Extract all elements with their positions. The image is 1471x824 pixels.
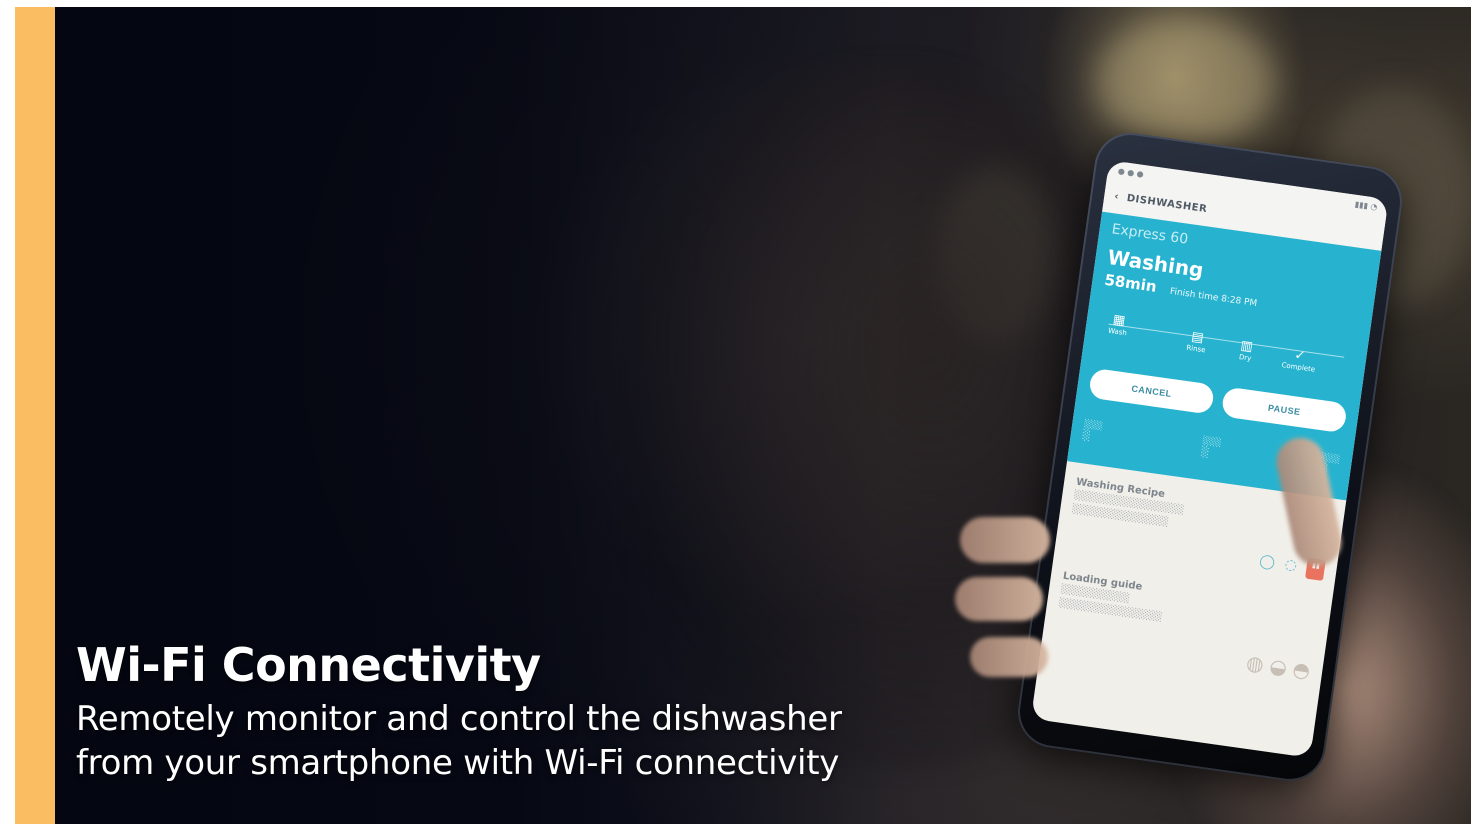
- option-zone-booster: ░░░ ░: [1200, 435, 1222, 459]
- feature-description-line-1: Remotely monitor and control the dishwas…: [76, 698, 842, 739]
- cup-icon: ◯: [1258, 552, 1277, 571]
- bokeh-light: [1095, 17, 1275, 147]
- caption: Wi-Fi Connectivity Remotely monitor and …: [76, 640, 842, 785]
- cycle-status-panel: Express 60 Washing 58min Finish time 8:2…: [1067, 211, 1382, 501]
- step-complete: ✓ Complete: [1278, 346, 1321, 374]
- system-icons: ▮▮▮ ◔: [1354, 199, 1379, 212]
- finger: [960, 517, 1050, 563]
- bowl-icon: ◒: [1268, 653, 1289, 680]
- notification-icons: ● ● ●: [1117, 165, 1145, 179]
- accent-bar: [15, 7, 55, 824]
- pot-icon: ◓: [1291, 656, 1312, 683]
- feature-description-line-2: from your smartphone with Wi-Fi connecti…: [76, 742, 840, 783]
- back-icon[interactable]: ‹: [1114, 191, 1120, 203]
- app-title: DISHWASHER: [1126, 192, 1208, 215]
- option-zone: ░░░ ░: [1081, 419, 1104, 443]
- cancel-button[interactable]: CANCEL: [1088, 367, 1216, 415]
- finger: [955, 577, 1043, 621]
- glass-icon: ◌: [1283, 556, 1299, 575]
- step-dry: ▥ Dry: [1225, 336, 1268, 364]
- feature-title: Wi-Fi Connectivity: [76, 638, 541, 692]
- step-rinse: ▤ Rinse: [1176, 327, 1219, 355]
- pause-button[interactable]: PAUSE: [1220, 386, 1348, 434]
- finish-time: Finish time 8:28 PM: [1169, 286, 1258, 310]
- step-wash: ▦ Wash: [1097, 310, 1140, 338]
- plate-icon: ◍: [1244, 650, 1266, 677]
- finger: [970, 637, 1048, 677]
